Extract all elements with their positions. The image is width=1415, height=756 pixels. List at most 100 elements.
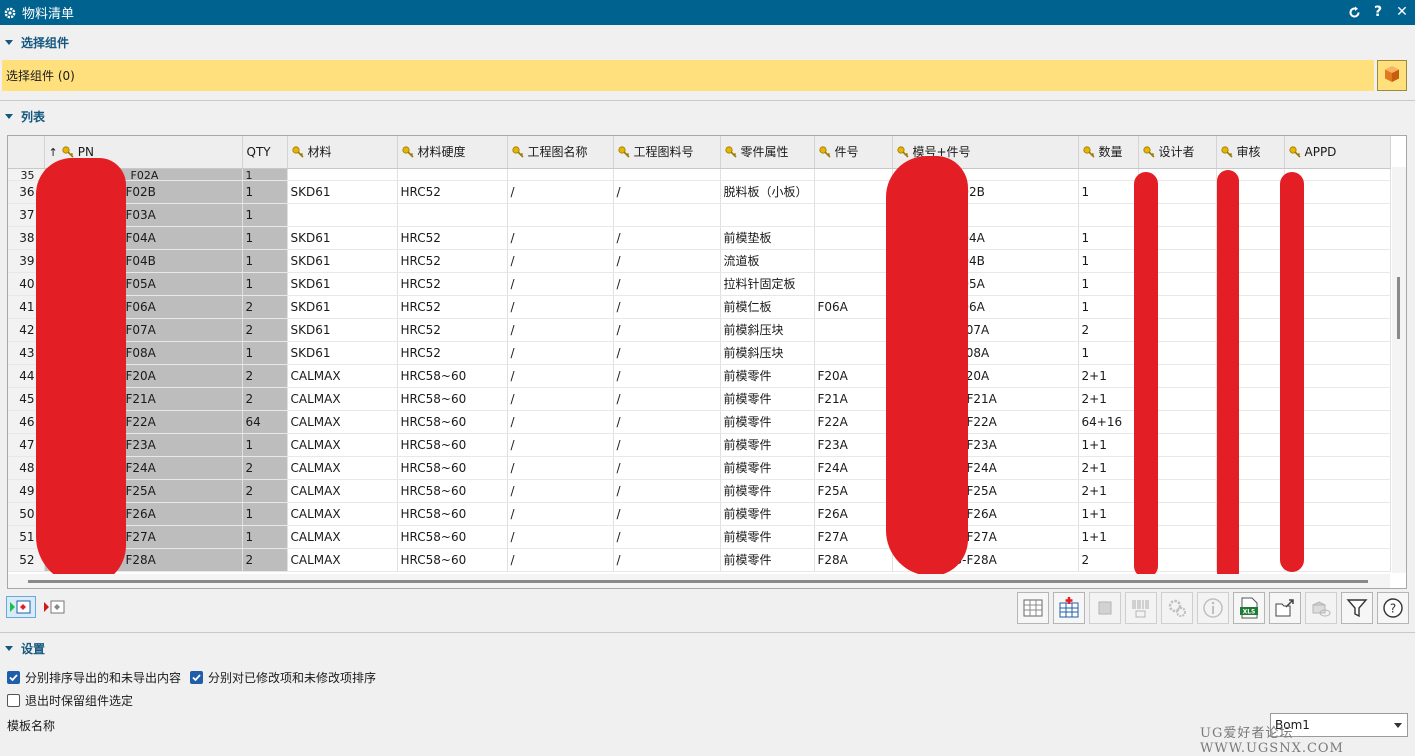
cell-count: 2 — [1078, 318, 1139, 342]
cell-drawing-name: / — [507, 410, 614, 434]
horizontal-scroll-thumb[interactable] — [28, 580, 1368, 583]
table-row[interactable]: 45 F21A 2 CALMAX HRC58~60// 前模零件 F21A 3-F21A 2+1 — [8, 387, 1391, 411]
cell-count: 2 — [1078, 548, 1139, 572]
cell-material: CALMAX — [287, 387, 398, 411]
cell-attr — [720, 168, 815, 181]
cell-hardness: HRC52 — [397, 318, 508, 342]
table-row[interactable]: 49 F25A 2 CALMAX HRC58~60// 前模零件 F25A 3-F25A 2+1 — [8, 479, 1391, 503]
table-row[interactable]: 42F07A2SKD61HRC52//前模斜压块-F07A2F — [8, 318, 1391, 342]
filter-icon[interactable] — [1341, 592, 1373, 624]
select-components-field[interactable]: 选择组件 (0) — [2, 60, 1374, 91]
column-header-hardness[interactable]: 材料硬度 — [397, 136, 508, 169]
cell-part-no — [814, 249, 893, 273]
barcode-icon[interactable] — [1125, 592, 1157, 624]
checkbox-keep-selection[interactable] — [7, 694, 20, 707]
column-header-appd[interactable]: APPD — [1284, 136, 1391, 169]
cell-hardness: HRC58~60 — [397, 410, 508, 434]
table-row[interactable]: 52 F28A 2 CALMAX HRC58~60// 前模零件 F28A 3-F28A 2 — [8, 548, 1391, 572]
cell-material — [287, 168, 398, 181]
stop-icon[interactable] — [1089, 592, 1121, 624]
cell-qty: 1 — [242, 168, 288, 181]
checkbox-sort-exported[interactable] — [7, 671, 20, 684]
export-folder-icon[interactable] — [1269, 592, 1301, 624]
reset-icon[interactable] — [1345, 2, 1363, 22]
cell-material: SKD61 — [287, 180, 398, 204]
cell-part-no: F22A — [814, 410, 893, 434]
cell-attr: 前模零件 — [720, 525, 815, 549]
help-question-icon[interactable]: ? — [1369, 2, 1387, 22]
table-row[interactable]: 37 F03A 1 — [8, 203, 1391, 227]
section-list[interactable]: 列表 — [0, 104, 1415, 128]
table-row[interactable]: 47 F23A 1 CALMAX HRC58~60// 前模零件 F23A 3-F23A 1+1 — [8, 433, 1391, 457]
cell-attr — [720, 203, 815, 227]
column-header-drawing-no[interactable]: 工程图料号 — [613, 136, 721, 169]
cell-qty: 2 — [242, 479, 288, 503]
vertical-scrollbar[interactable] — [1392, 167, 1406, 573]
checkbox-sort-modified[interactable] — [190, 671, 203, 684]
table-row[interactable]: 41F06A2SKD61HRC52//前模仁板F06AF06A1F — [8, 295, 1391, 319]
cell-count: 1 — [1078, 180, 1139, 204]
excel-export-icon[interactable]: XLS — [1233, 592, 1265, 624]
close-icon[interactable]: ✕ — [1393, 2, 1411, 22]
select-component-button[interactable] — [1377, 60, 1407, 91]
cell-count: 1+1 — [1078, 502, 1139, 526]
cell-part-no: F24A — [814, 456, 893, 480]
section-settings[interactable]: 设置 — [0, 636, 1415, 660]
info-icon[interactable] — [1197, 592, 1229, 624]
table-row[interactable]: 39F04B1SKD61HRC52//流道板F04B1F — [8, 249, 1391, 273]
column-header-count[interactable]: 数量 — [1078, 136, 1139, 169]
cell-drawing-name: / — [507, 364, 614, 388]
section-select-components[interactable]: 选择组件 — [0, 30, 1415, 54]
column-header-material[interactable]: 材料 — [287, 136, 398, 169]
cell-count: 1 — [1078, 295, 1139, 319]
cell-drawing-no: / — [613, 272, 721, 296]
option-sort-exported[interactable]: 分别排序导出的和未导出内容 — [7, 669, 181, 686]
cell-drawing-name: / — [507, 295, 614, 319]
cell-drawing-name: / — [507, 525, 614, 549]
settings-cog-icon[interactable] — [1161, 592, 1193, 624]
column-header-part-attr[interactable]: 零件属性 — [720, 136, 815, 169]
vertical-scroll-thumb[interactable] — [1397, 277, 1400, 339]
cell-part-no: F27A — [814, 525, 893, 549]
option-sort-modified[interactable]: 分别对已修改项和未修改项排序 — [190, 669, 376, 686]
cell-count: 1 — [1078, 226, 1139, 250]
cell-count: 2+1 — [1078, 456, 1139, 480]
cell-hardness: HRC58~60 — [397, 364, 508, 388]
cell-count: 2+1 — [1078, 479, 1139, 503]
select-components-label: 选择组件 (0) — [6, 69, 75, 83]
view-parts-icon[interactable] — [1305, 592, 1337, 624]
table-row[interactable]: 50 F26A 1 CALMAX HRC58~60// 前模零件 F26A 3-F26A 1+1 — [8, 502, 1391, 526]
bom-table[interactable]: ↑ PN QTY 材料 材料硬度 工程图名称 工程图料号 零件属性 件号 模号+件… — [7, 135, 1407, 589]
cell-material: CALMAX — [287, 364, 398, 388]
cell-part-no — [814, 226, 893, 250]
horizontal-scrollbar[interactable] — [8, 574, 1390, 588]
column-header-part-no[interactable]: 件号 — [814, 136, 893, 169]
table-row[interactable]: 43 F08A 1 SKD61 HRC52// 前模斜压块 -F08A 1 — [8, 341, 1391, 365]
table-row[interactable]: 44 F20A 2 CALMAX HRC58~60// 前模零件 F20A -F20A 2+1 — [8, 364, 1391, 388]
columns-icon[interactable] — [1017, 592, 1049, 624]
column-header-designer[interactable]: 设计者 — [1138, 136, 1217, 169]
table-row[interactable]: 48 F24A 2 CALMAX HRC58~60// 前模零件 F24A 3-F24A 2+1 — [8, 456, 1391, 480]
help-icon[interactable]: ? — [1377, 592, 1409, 624]
cell-count: 1 — [1078, 341, 1139, 365]
table-row[interactable]: 51 F27A 1 CALMAX HRC58~60// 前模零件 F27A 3-F27A 1+1 — [8, 525, 1391, 549]
table-row[interactable]: 36 F02B 1 SKD61 HRC52// 脱料板（小板） F02B 1 — [8, 180, 1391, 204]
column-header-label: QTY — [246, 144, 271, 159]
option-keep-selection[interactable]: 退出时保留组件选定 — [7, 692, 133, 709]
table-row[interactable]: 35 F02A 1 — [8, 168, 1391, 181]
cell-drawing-no: / — [613, 387, 721, 411]
column-header-review[interactable]: 审核 — [1216, 136, 1285, 169]
redaction-mark — [886, 156, 968, 576]
table-row[interactable]: 40F05A1SKD61HRC52//拉料针固定板F05A1F — [8, 272, 1391, 296]
list-view-all-button[interactable] — [6, 596, 36, 618]
list-view-partial-button[interactable] — [40, 596, 70, 618]
column-header-drawing-name[interactable]: 工程图名称 — [507, 136, 614, 169]
gear-icon[interactable] — [2, 5, 18, 21]
cell-qty: 1 — [242, 226, 288, 250]
column-header-qty[interactable]: QTY — [242, 136, 288, 169]
table-row[interactable]: 38F04A1SKD61HRC52//前模垫板F04A1F — [8, 226, 1391, 250]
add-table-icon[interactable] — [1053, 592, 1085, 624]
window-title: 物料清单 — [22, 7, 75, 22]
table-row[interactable]: 46 F22A 64 CALMAX HRC58~60// 前模零件 F22A 3-F22A 64… — [8, 410, 1391, 434]
cell-attr: 前模零件 — [720, 433, 815, 457]
